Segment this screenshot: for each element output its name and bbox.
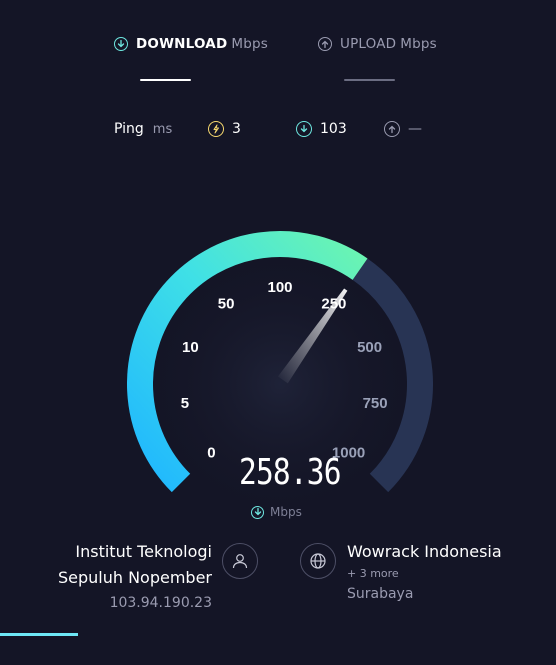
client-ip: 103.94.190.23 bbox=[109, 595, 212, 611]
speed-value: 258.36 bbox=[239, 452, 342, 493]
gauge-tick-label: 750 bbox=[363, 395, 388, 412]
speed-unit-label: Mbps bbox=[270, 505, 302, 519]
server-info: Wowrack Indonesia + 3 more Surabaya bbox=[347, 539, 502, 602]
gauge-tick-label: 0 bbox=[207, 445, 215, 462]
client-isp-line1: Institut Teknologi bbox=[75, 542, 212, 561]
gauge-tick-label: 10 bbox=[182, 339, 199, 356]
gauge-tick-label: 100 bbox=[267, 279, 292, 296]
client-info: Institut Teknologi Sepuluh Nopember 103.… bbox=[20, 539, 212, 611]
progress-track bbox=[0, 633, 556, 636]
globe-icon[interactable] bbox=[300, 543, 336, 579]
gauge-tick-label: 5 bbox=[181, 395, 189, 412]
server-location: Surabaya bbox=[347, 586, 414, 602]
speed-unit: Mbps bbox=[251, 505, 302, 519]
client-isp-line2: Sepuluh Nopember bbox=[57, 568, 212, 587]
gauge-tick-label: 50 bbox=[218, 295, 235, 312]
server-more-link[interactable]: + 3 more bbox=[347, 567, 502, 580]
download-small-icon bbox=[251, 505, 264, 519]
gauge-tick-label: 500 bbox=[357, 339, 382, 356]
user-icon bbox=[222, 543, 258, 579]
progress-fill bbox=[0, 633, 78, 636]
server-name[interactable]: Wowrack Indonesia bbox=[347, 539, 502, 565]
gauge-tick-label: 250 bbox=[321, 295, 346, 312]
